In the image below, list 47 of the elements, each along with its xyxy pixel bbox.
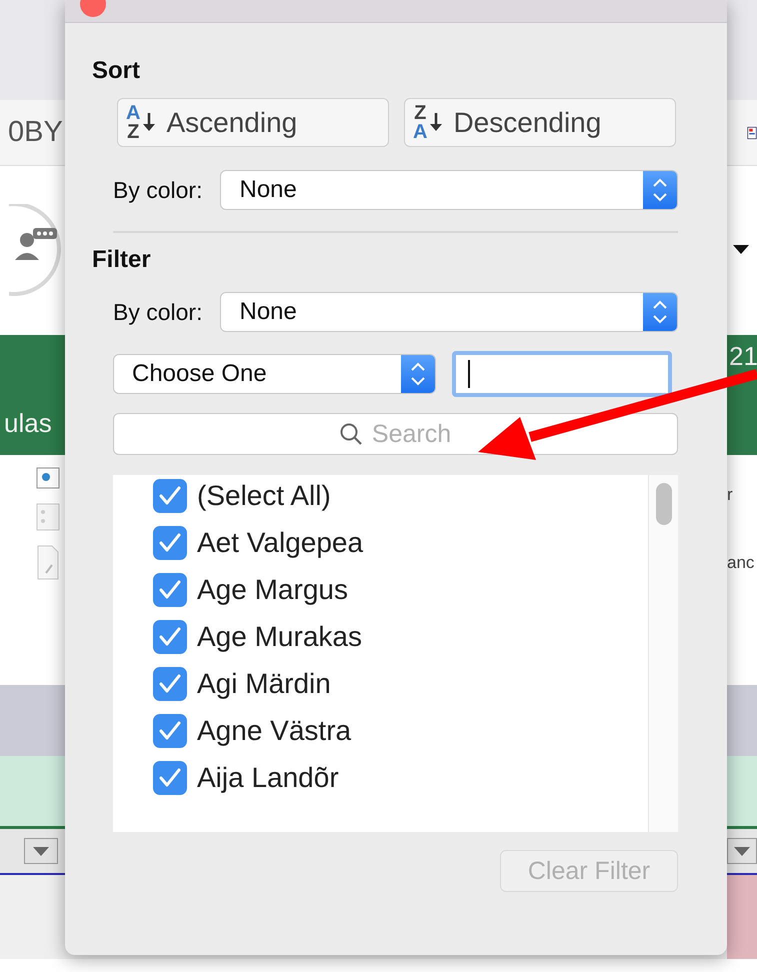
scroll-thumb[interactable] <box>656 483 672 525</box>
sheet-text: r <box>727 485 734 505</box>
dropdown[interactable]: None <box>220 292 678 332</box>
list-item[interactable]: Agi Märdin <box>197 668 331 700</box>
triangle-icon <box>33 846 49 856</box>
section-title: Filter <box>92 246 152 274</box>
triangle-icon <box>734 846 750 856</box>
checkbox[interactable] <box>153 667 187 701</box>
list-item[interactable]: (Select All) <box>197 480 331 512</box>
stepper-icon <box>643 293 677 331</box>
search-icon <box>340 423 362 445</box>
filter-dropdown-button[interactable] <box>24 838 58 864</box>
field-label: By color: <box>113 298 202 326</box>
dropdown[interactable]: None <box>220 170 678 210</box>
list-icon <box>36 503 60 531</box>
sort-button[interactable]: Z A Descending <box>404 98 676 147</box>
list-item[interactable]: Agne Västra <box>197 715 352 747</box>
shape-icon <box>36 467 60 489</box>
dropdown[interactable]: Choose One <box>113 354 436 394</box>
stepper-icon <box>643 171 677 209</box>
sheet-text: 0BY <box>8 116 63 149</box>
checkbox[interactable] <box>153 573 187 607</box>
sheet-text: anc <box>727 553 756 573</box>
sheet-text: 21 <box>729 341 757 372</box>
arrow-down-icon <box>142 113 156 132</box>
checkbox[interactable] <box>153 620 187 654</box>
sort-icon: A Z <box>126 104 156 142</box>
section-title: Sort <box>92 57 141 85</box>
arrow-down-icon <box>429 113 444 132</box>
input-field[interactable] <box>452 351 672 397</box>
list-item[interactable]: Aija Landõr <box>197 762 339 794</box>
dropdown-triangle-icon <box>733 245 749 254</box>
list-item[interactable]: Age Margus <box>197 574 348 606</box>
list-item[interactable]: Aet Valgepea <box>197 527 364 559</box>
checkbox[interactable] <box>153 714 187 748</box>
scrollbar[interactable] <box>648 475 678 832</box>
sheet-text: ulas <box>4 408 52 439</box>
checkbox[interactable] <box>153 479 187 513</box>
sort-button[interactable]: A Z Ascending <box>117 98 389 147</box>
checkbox[interactable] <box>153 761 187 795</box>
sort-icon: Z A <box>413 104 444 142</box>
filter-dropdown-button[interactable] <box>727 838 757 864</box>
stepper-icon <box>401 355 435 393</box>
checkbox[interactable] <box>153 526 187 560</box>
list-item[interactable]: Age Murakas <box>197 621 362 653</box>
field-label: By color: <box>113 176 202 204</box>
document-icon <box>36 545 60 581</box>
